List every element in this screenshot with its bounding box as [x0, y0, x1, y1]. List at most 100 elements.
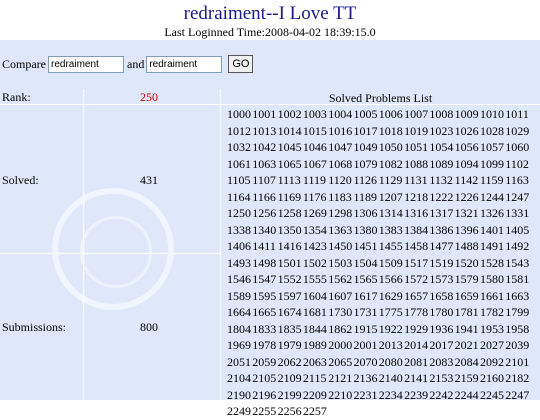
problem-id[interactable]: 1493: [227, 255, 252, 272]
problem-id[interactable]: 1936: [429, 321, 454, 338]
problem-id[interactable]: 1063: [252, 156, 277, 173]
problem-id[interactable]: 2083: [429, 354, 454, 371]
problem-id[interactable]: 1132: [429, 172, 454, 189]
problem-id[interactable]: 1781: [455, 304, 480, 321]
problem-id[interactable]: 1065: [278, 156, 303, 173]
problem-id[interactable]: 1546: [227, 271, 252, 288]
problem-id[interactable]: 2065: [328, 354, 353, 371]
problem-id[interactable]: 1046: [303, 139, 328, 156]
problem-id[interactable]: 1491: [480, 238, 505, 255]
problem-id[interactable]: 1504: [353, 255, 378, 272]
problem-id[interactable]: 1573: [429, 271, 454, 288]
problem-id[interactable]: 1010: [480, 106, 505, 123]
problem-id[interactable]: 1119: [303, 172, 328, 189]
problem-id[interactable]: 1555: [303, 271, 328, 288]
problem-id[interactable]: 1941: [455, 321, 480, 338]
problem-id[interactable]: 1661: [480, 288, 505, 305]
problem-id[interactable]: 1458: [404, 238, 429, 255]
problem-id[interactable]: 1015: [303, 123, 328, 140]
problem-id[interactable]: 1595: [252, 288, 277, 305]
problem-id[interactable]: 2160: [480, 370, 505, 387]
problem-id[interactable]: 1730: [328, 304, 353, 321]
problem-id[interactable]: 1629: [379, 288, 404, 305]
problem-id[interactable]: 1604: [303, 288, 328, 305]
problem-id[interactable]: 1502: [303, 255, 328, 272]
problem-id[interactable]: 2245: [480, 387, 505, 404]
problem-id[interactable]: 1028: [480, 123, 505, 140]
problem-id[interactable]: 1222: [429, 189, 454, 206]
problem-id[interactable]: 1013: [252, 123, 277, 140]
problem-id[interactable]: 1045: [278, 139, 303, 156]
problem-id[interactable]: 2244: [455, 387, 480, 404]
problem-id[interactable]: 1326: [480, 205, 505, 222]
problem-id[interactable]: 2059: [252, 354, 277, 371]
problem-id[interactable]: 1004: [328, 106, 353, 123]
problem-id[interactable]: 1102: [505, 156, 530, 173]
problem-id[interactable]: 2196: [252, 387, 277, 404]
problem-id[interactable]: 2021: [455, 337, 480, 354]
problem-id[interactable]: 1120: [328, 172, 353, 189]
problem-id[interactable]: 2014: [404, 337, 429, 354]
problem-id[interactable]: 1051: [404, 139, 429, 156]
problem-id[interactable]: 2013: [379, 337, 404, 354]
problem-id[interactable]: 1088: [404, 156, 429, 173]
problem-id[interactable]: 1105: [227, 172, 252, 189]
problem-id[interactable]: 1176: [303, 189, 328, 206]
problem-id[interactable]: 1958: [505, 321, 530, 338]
problem-id[interactable]: 2234: [379, 387, 404, 404]
problem-id[interactable]: 1844: [303, 321, 328, 338]
problem-id[interactable]: 1674: [278, 304, 303, 321]
problem-id[interactable]: 2136: [353, 370, 378, 387]
problem-id[interactable]: 1018: [379, 123, 404, 140]
problem-id[interactable]: 1929: [404, 321, 429, 338]
problem-id[interactable]: 1008: [429, 106, 454, 123]
problem-id[interactable]: 1001: [252, 106, 277, 123]
problem-id[interactable]: 1218: [404, 189, 429, 206]
problem-id[interactable]: 1383: [379, 222, 404, 239]
problem-id[interactable]: 1189: [353, 189, 378, 206]
problem-id[interactable]: 2101: [505, 354, 530, 371]
problem-id[interactable]: 2109: [278, 370, 303, 387]
problem-id[interactable]: 1164: [227, 189, 252, 206]
problem-id[interactable]: 1082: [379, 156, 404, 173]
problem-id[interactable]: 1126: [353, 172, 378, 189]
problem-id[interactable]: 1317: [429, 205, 454, 222]
problem-id[interactable]: 1681: [303, 304, 328, 321]
problem-id[interactable]: 2121: [328, 370, 353, 387]
problem-id[interactable]: 1005: [353, 106, 378, 123]
problem-id[interactable]: 1579: [455, 271, 480, 288]
problem-id[interactable]: 2027: [480, 337, 505, 354]
problem-id[interactable]: 1547: [252, 271, 277, 288]
problem-id[interactable]: 1014: [278, 123, 303, 140]
problem-id[interactable]: 1032: [227, 139, 252, 156]
problem-id[interactable]: 1664: [227, 304, 252, 321]
problem-id[interactable]: 1067: [303, 156, 328, 173]
problem-id[interactable]: 1380: [353, 222, 378, 239]
problem-id[interactable]: 1129: [379, 172, 404, 189]
problem-id[interactable]: 2000: [328, 337, 353, 354]
problem-id[interactable]: 2190: [227, 387, 252, 404]
problem-id[interactable]: 2115: [303, 370, 328, 387]
problem-id[interactable]: 1580: [480, 271, 505, 288]
problem-id[interactable]: 2051: [227, 354, 252, 371]
problem-id[interactable]: 2210: [328, 387, 353, 404]
problem-id[interactable]: 1915: [353, 321, 378, 338]
problem-id[interactable]: 1581: [505, 271, 530, 288]
problem-id[interactable]: 1477: [429, 238, 454, 255]
problem-id[interactable]: 1519: [429, 255, 454, 272]
problem-id[interactable]: 1659: [455, 288, 480, 305]
problem-id[interactable]: 1517: [404, 255, 429, 272]
problem-id[interactable]: 1169: [278, 189, 303, 206]
problem-id[interactable]: 1023: [429, 123, 454, 140]
problem-id[interactable]: 1509: [379, 255, 404, 272]
problem-id[interactable]: 1354: [303, 222, 328, 239]
problem-id[interactable]: 1552: [278, 271, 303, 288]
problem-id[interactable]: 1029: [505, 123, 530, 140]
problem-id[interactable]: 1244: [480, 189, 505, 206]
problem-id[interactable]: 2092: [480, 354, 505, 371]
problem-id[interactable]: 1338: [227, 222, 252, 239]
problem-id[interactable]: 1979: [278, 337, 303, 354]
problem-id[interactable]: 1068: [328, 156, 353, 173]
problem-id[interactable]: 1607: [328, 288, 353, 305]
problem-id[interactable]: 1314: [379, 205, 404, 222]
